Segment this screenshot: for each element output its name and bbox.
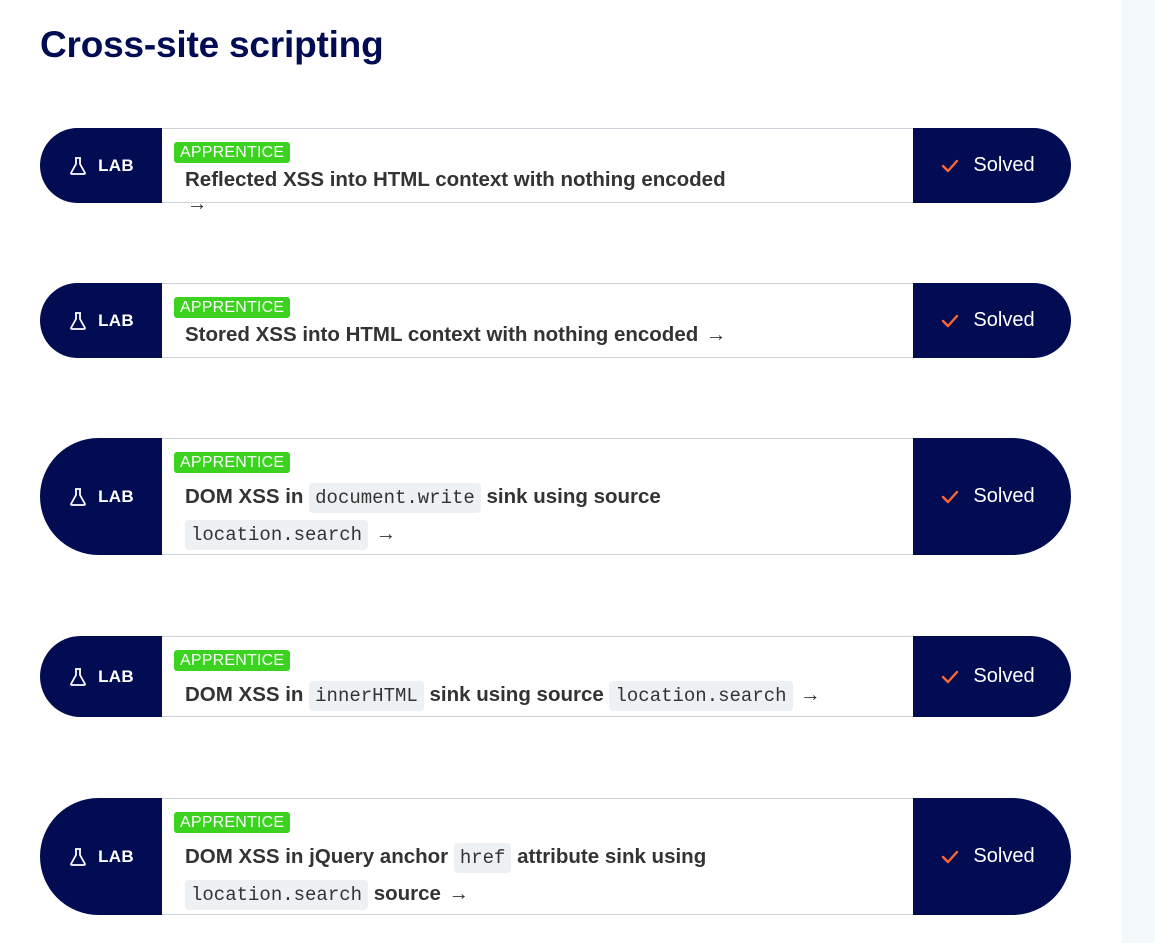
flask-icon [68, 311, 88, 331]
level-tag: APPRENTICE [174, 812, 291, 833]
lab-body: APPRENTICE Reflected XSS into HTML conte… [162, 128, 913, 215]
flask-icon [68, 667, 88, 687]
lab-row[interactable]: LAB APPRENTICE Reflected XSS into HTML c… [40, 128, 1071, 215]
status-badge: Solved [913, 283, 1071, 358]
checkmark-icon [941, 490, 959, 504]
page-title: Cross-site scripting [40, 24, 384, 65]
arrow-right-icon: → [187, 192, 208, 215]
lab-title-text: attribute sink using [511, 845, 707, 868]
level-tag: APPRENTICE [174, 452, 291, 473]
lab-title-text: DOM XSS in jQuery anchor [185, 845, 454, 868]
lab-title-text: sink using source [423, 683, 610, 706]
lab-badge-label: LAB [98, 666, 134, 686]
lab-badge-label: LAB [98, 846, 134, 866]
code-snippet: innerHTML [309, 681, 424, 711]
arrow-right-icon: → [375, 522, 397, 545]
checkmark-icon [941, 314, 959, 328]
lab-row[interactable]: LAB APPRENTICE DOM XSS in jQuery anchor … [40, 798, 1071, 915]
lab-body: APPRENTICE DOM XSS in jQuery anchor href… [162, 798, 913, 915]
checkmark-icon [941, 850, 959, 864]
lab-row[interactable]: LAB APPRENTICE DOM XSS in document.write… [40, 438, 1071, 555]
lab-badge: LAB [40, 128, 162, 203]
level-tag: APPRENTICE [174, 297, 291, 318]
lab-title-link[interactable]: DOM XSS in innerHTML sink using source l… [185, 677, 913, 714]
lab-title-text: DOM XSS in [185, 683, 310, 706]
lab-badge: LAB [40, 636, 162, 717]
flask-icon [68, 487, 88, 507]
flask-icon [68, 847, 88, 867]
level-tag: APPRENTICE [174, 650, 291, 671]
lab-body: APPRENTICE DOM XSS in document.write sin… [162, 438, 913, 555]
lab-badge: LAB [40, 283, 162, 358]
checkmark-icon [941, 159, 959, 173]
lab-title-text: DOM XSS in [185, 485, 310, 508]
lab-badge-label: LAB [98, 486, 134, 506]
status-label: Solved [973, 309, 1035, 331]
status-badge: Solved [913, 636, 1071, 717]
code-snippet: location.search [185, 880, 369, 910]
status-label: Solved [973, 485, 1035, 507]
lab-title-link[interactable]: Reflected XSS into HTML context with not… [185, 168, 745, 216]
lab-badge-label: LAB [98, 310, 134, 330]
flask-icon [68, 156, 88, 176]
lab-body: APPRENTICE DOM XSS in innerHTML sink usi… [162, 636, 913, 717]
lab-row[interactable]: LAB APPRENTICE DOM XSS in innerHTML sink… [40, 636, 1071, 717]
arrow-right-icon: → [705, 323, 727, 346]
level-tag: APPRENTICE [174, 142, 291, 163]
lab-title-link[interactable]: Stored XSS into HTML context with nothin… [185, 323, 745, 347]
arrow-right-icon: → [800, 683, 821, 706]
status-badge: Solved [913, 438, 1071, 555]
code-snippet: location.search [609, 681, 793, 711]
code-snippet: location.search [185, 520, 369, 550]
lab-title-link[interactable]: DOM XSS in document.write sink using sou… [185, 479, 745, 553]
status-badge: Solved [913, 128, 1071, 203]
right-sidebar-strip [1122, 0, 1155, 943]
lab-badge-label: LAB [98, 155, 134, 175]
status-label: Solved [973, 154, 1035, 176]
lab-title-text: Reflected XSS into HTML context with not… [185, 168, 726, 191]
status-label: Solved [973, 665, 1035, 687]
checkmark-icon [941, 670, 959, 684]
lab-title-text: Stored XSS into HTML context with nothin… [185, 323, 699, 346]
lab-badge: LAB [40, 438, 162, 555]
status-badge: Solved [913, 798, 1071, 915]
lab-title-link[interactable]: DOM XSS in jQuery anchor href attribute … [185, 839, 745, 913]
lab-row[interactable]: LAB APPRENTICE Stored XSS into HTML cont… [40, 283, 1071, 358]
lab-badge: LAB [40, 798, 162, 915]
lab-title-text: source [368, 882, 441, 905]
status-label: Solved [973, 845, 1035, 867]
code-snippet: href [453, 843, 512, 873]
code-snippet: document.write [309, 483, 481, 513]
arrow-right-icon: → [448, 882, 470, 905]
lab-title-text: sink using source [480, 485, 661, 508]
lab-body: APPRENTICE Stored XSS into HTML context … [162, 283, 913, 358]
